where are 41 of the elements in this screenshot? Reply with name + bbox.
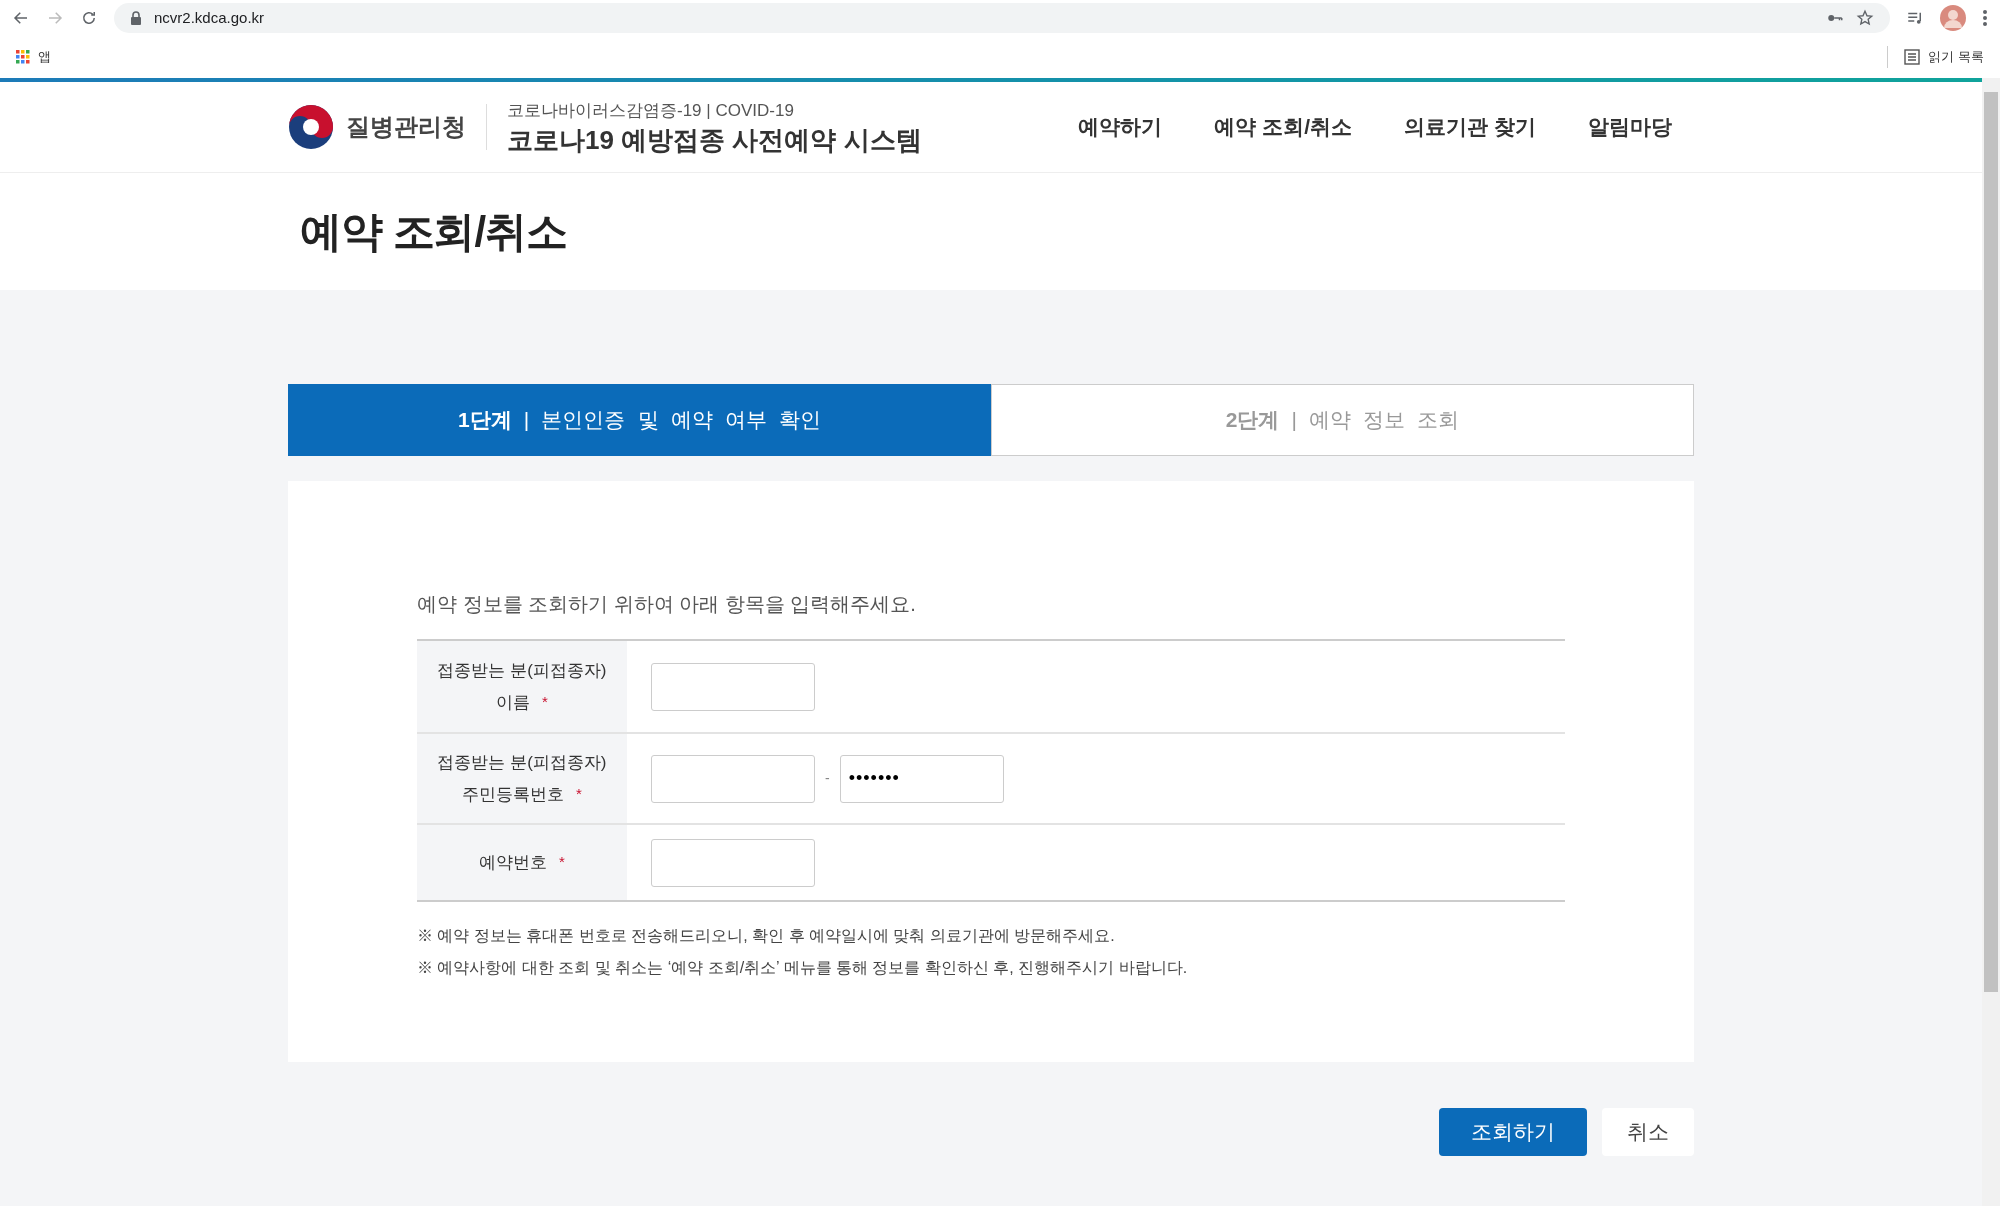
system-subtitle: 코로나바이러스감염증-19 | COVID-19 (507, 100, 795, 122)
search-button[interactable]: 조회하기 (1439, 1108, 1587, 1156)
field-label: 이름 (496, 691, 531, 714)
apps-icon[interactable] (16, 50, 30, 64)
cancel-button[interactable]: 취소 (1602, 1108, 1694, 1156)
nav-link[interactable]: 의료기관 찾기 (1404, 111, 1536, 143)
separator-text: - (825, 769, 830, 788)
page-title: 예약 조회/취소 (300, 207, 567, 257)
field-label: 예약번호 (479, 851, 548, 874)
nav-link[interactable]: 알림마당 (1588, 111, 1672, 143)
input-field[interactable]: ••••••• (839, 754, 1004, 803)
input-field[interactable] (651, 754, 815, 803)
nav-link[interactable]: 예약하기 (1078, 111, 1163, 143)
reading-list-icon[interactable] (1904, 49, 1921, 65)
note-text: ※ 예약사항에 대한 조회 및 취소는 ‘예약 조회/취소’ 메뉴를 통해 정보를 확인하신 후, 진행해주시기 바랍니다. (417, 958, 1189, 978)
required-mark: * (559, 852, 565, 873)
field-label: 접종받는 분(피접종자) (437, 660, 607, 682)
input-field[interactable] (651, 662, 815, 711)
system-title[interactable]: 코로나19 예방접종 사전예약 시스템 (507, 123, 922, 156)
agency-name[interactable]: 질병관리청 (346, 109, 466, 145)
address-bar[interactable]: ncvr2.kdca.go.kr (114, 3, 1890, 33)
field-label: 접종받는 분(피접종자) (437, 752, 607, 774)
required-mark: * (542, 692, 548, 712)
required-mark: * (576, 784, 582, 804)
note-text: ※ 예약 정보는 휴대폰 번호로 전송해드리오니, 확인 후 예약일시에 맞춰 의료기관에 방문해주세요. (417, 926, 1116, 946)
input-field[interactable] (651, 838, 815, 887)
star-icon[interactable] (1856, 9, 1874, 27)
emblem-icon (288, 104, 334, 150)
url-text: ncvr2.kdca.go.kr (154, 7, 265, 28)
reload-icon[interactable] (80, 9, 98, 27)
menu-icon[interactable] (1982, 9, 1988, 27)
form-intro: 예약 정보를 조회하기 위하여 아래 항목을 입력해주세요. (417, 592, 917, 617)
back-icon[interactable] (12, 9, 30, 27)
field-label: 주민등록번호 (462, 783, 565, 806)
scrollbar[interactable] (1982, 78, 2000, 1206)
avatar-icon[interactable] (1940, 5, 1966, 31)
lock-icon (130, 11, 142, 25)
nav-link[interactable]: 예약 조회/취소 (1214, 111, 1353, 143)
step-tab[interactable]: 1단계 | 본인인증 및 예약 여부 확인 (288, 384, 991, 456)
reading-list-label[interactable]: 읽기 목록 (1928, 47, 1984, 67)
bookmark-label[interactable]: 앱 (38, 47, 51, 67)
